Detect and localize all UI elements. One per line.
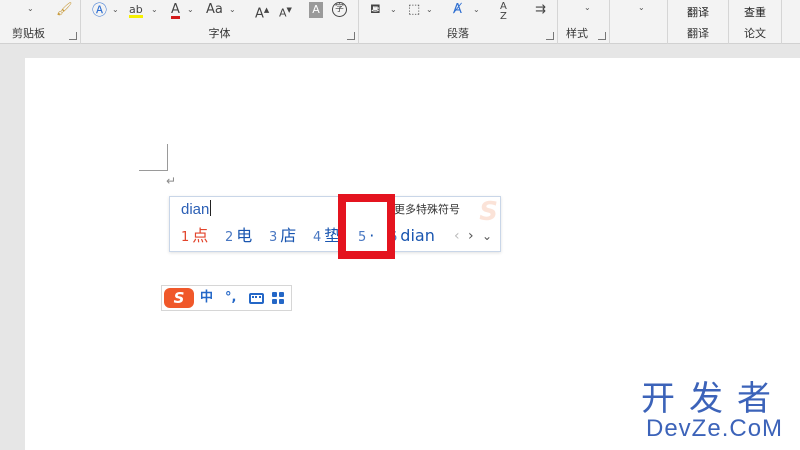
more-dropdown-icon[interactable]: ⌄ — [638, 3, 645, 12]
shading-icon[interactable]: ⛾ — [370, 2, 381, 18]
format-painter-icon[interactable]: 🖌 — [56, 2, 73, 18]
candidate-2[interactable]: 2电 — [225, 225, 252, 249]
font-launcher-icon[interactable] — [347, 32, 355, 40]
paragraph-launcher-icon[interactable] — [546, 32, 554, 40]
borders-dropdown-icon[interactable]: ⌄ — [426, 5, 433, 14]
candidate-text: 点 — [192, 226, 209, 245]
styles-group: ⌄ 样式 — [558, 0, 610, 44]
chinese-mode-toggle[interactable]: 中 — [200, 289, 213, 307]
paper-group-label: 论文 — [744, 27, 766, 40]
font-color-dropdown-icon[interactable]: ⌄ — [187, 5, 194, 14]
highlight-color-icon[interactable]: ab — [129, 2, 143, 18]
sogou-logo-icon[interactable]: S — [164, 288, 194, 308]
annotation-highlight-box — [338, 194, 395, 259]
styles-dropdown-icon[interactable]: ⌄ — [584, 3, 591, 12]
translate-button[interactable]: 翻译 — [668, 4, 728, 20]
paste-dropdown-icon[interactable]: ⌄ — [27, 4, 34, 13]
shrink-font-icon[interactable]: A▼ — [279, 2, 292, 22]
check-duplicate-button[interactable]: 查重 — [729, 4, 781, 20]
candidate-text: 店 — [280, 226, 297, 245]
enclose-char-button[interactable]: 字 — [332, 2, 347, 17]
sogou-watermark-icon: S — [479, 197, 498, 227]
candidate-6[interactable]: 6 dian — [389, 225, 435, 249]
more-symbols-link[interactable]: 更多特殊符号 — [394, 202, 460, 218]
change-case-button[interactable]: Aa — [206, 2, 223, 18]
font-group-label: 字体 — [208, 27, 231, 40]
candidate-number: 3 — [269, 230, 278, 245]
clipboard-launcher-icon[interactable] — [69, 32, 77, 40]
ime-input-pinyin: dian — [181, 201, 210, 218]
text-effects-icon[interactable]: Ⓐ — [92, 2, 107, 18]
margin-corner-mark-vertical — [167, 144, 168, 171]
paragraph-group-label: 段落 — [447, 27, 469, 40]
styles-launcher-icon[interactable] — [598, 32, 606, 40]
char-shading-button[interactable]: A — [309, 2, 323, 18]
paragraph-group: ⛾ ⌄ ⬚ ⌄ Ⱥ ⌄ AZ ⇉ 段落 — [359, 0, 558, 44]
change-case-dropdown-icon[interactable]: ⌄ — [229, 5, 236, 14]
translate-group-label: 翻译 — [687, 27, 709, 40]
ribbon: ⌄ 🖌 剪贴板 Ⓐ ⌄ ab ⌄ A ⌄ Aa ⌄ A▲ A▼ A 字 字体 ⛾… — [0, 0, 800, 44]
candidate-4[interactable]: 4垫 — [313, 225, 340, 249]
watermark-cn: 开发者 — [641, 379, 785, 419]
candidate-text: 电 — [236, 226, 253, 245]
margin-corner-mark — [139, 170, 168, 171]
ime-status-bar[interactable]: S 中 °, — [161, 285, 292, 311]
line-spacing-icon[interactable]: ⇉ — [535, 2, 546, 18]
prev-page-icon[interactable]: ‹ — [454, 227, 460, 245]
toolbox-icon[interactable] — [272, 292, 285, 305]
highlight-dropdown-icon[interactable]: ⌄ — [151, 5, 158, 14]
candidate-text: dian — [400, 226, 435, 245]
expand-candidates-icon[interactable]: ⌄ — [482, 227, 492, 245]
sort-icon[interactable]: AZ — [500, 2, 507, 22]
blank-group: ⌄ — [610, 0, 668, 44]
char-spacing-icon[interactable]: Ⱥ — [453, 2, 462, 18]
ime-candidate-window: S dian 更多特殊符号 1点 2电 3店 4垫 5 · 6 dian ‹ › ⌄ — [169, 196, 501, 252]
candidate-1[interactable]: 1点 — [181, 225, 208, 249]
keyboard-icon[interactable] — [249, 293, 264, 304]
punctuation-toggle[interactable]: °, — [225, 289, 236, 307]
text-effects-dropdown-icon[interactable]: ⌄ — [112, 5, 119, 14]
next-page-icon[interactable]: › — [468, 227, 474, 245]
candidate-number: 4 — [313, 230, 322, 245]
font-color-icon[interactable]: A — [171, 2, 180, 19]
watermark-en: DevZe.CoM — [646, 415, 784, 442]
clipboard-group: ⌄ 🖌 剪贴板 — [0, 0, 81, 44]
candidate-3[interactable]: 3店 — [269, 225, 296, 249]
ime-caret — [210, 200, 212, 216]
paragraph-mark-icon: ↵ — [166, 174, 177, 188]
char-spacing-dropdown-icon[interactable]: ⌄ — [473, 5, 480, 14]
candidate-number: 2 — [225, 230, 234, 245]
borders-icon[interactable]: ⬚ — [408, 2, 420, 18]
grow-font-icon[interactable]: A▲ — [255, 2, 269, 22]
font-group: Ⓐ ⌄ ab ⌄ A ⌄ Aa ⌄ A▲ A▼ A 字 字体 — [81, 0, 359, 44]
ime-composition-text: dian — [181, 200, 212, 220]
paper-group: 查重 论文 — [729, 0, 782, 44]
candidate-number: 1 — [181, 230, 190, 245]
shading-dropdown-icon[interactable]: ⌄ — [390, 5, 397, 14]
translate-group: 翻译 翻译 — [668, 0, 729, 44]
